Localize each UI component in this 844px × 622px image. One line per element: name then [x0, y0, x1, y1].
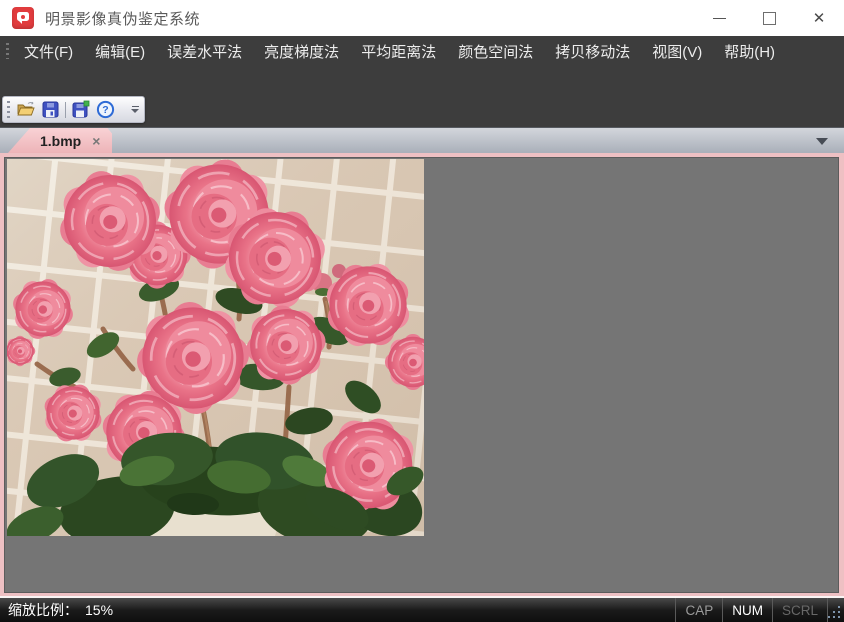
open-button[interactable] [13, 98, 38, 121]
svg-text:?: ? [102, 104, 108, 116]
indicator-cap: CAP [675, 598, 722, 622]
image-viewport[interactable] [4, 157, 839, 593]
maximize-button[interactable] [744, 0, 794, 36]
photo-canvas[interactable] [7, 159, 424, 536]
tool-bar: ? [2, 96, 145, 123]
close-button[interactable]: ✕ [794, 0, 844, 36]
menu-item-color-space[interactable]: 颜色空间法 [447, 37, 544, 66]
tab-1bmp[interactable]: 1.bmp × [8, 128, 112, 153]
minimize-icon [713, 18, 726, 19]
toolbar-separator [65, 102, 66, 118]
save-button[interactable] [38, 98, 63, 121]
save-icon [41, 100, 60, 119]
toolbar-overflow-button[interactable] [129, 104, 141, 115]
window-controls: ✕ [694, 0, 844, 36]
indicator-num: NUM [722, 598, 772, 622]
maximize-icon [763, 12, 776, 25]
menu-item-help[interactable]: 帮助(H) [713, 37, 786, 66]
tab-list-dropdown-icon[interactable] [816, 138, 828, 145]
zoom-label: 缩放比例： [8, 600, 78, 620]
help-button[interactable]: ? [93, 98, 118, 121]
indicator-scrl: SCRL [772, 598, 828, 622]
minimize-button[interactable] [694, 0, 744, 36]
menu-toolbar-zone: 文件(F) 编辑(E) 误差水平法 亮度梯度法 平均距离法 颜色空间法 拷贝移动… [0, 36, 844, 127]
toolbar-grip[interactable] [7, 101, 10, 118]
save-as-button[interactable] [68, 98, 93, 121]
menu-item-luminance-gradient[interactable]: 亮度梯度法 [253, 37, 350, 66]
app-logo-icon [12, 7, 34, 29]
document-frame [0, 153, 844, 598]
tab-close-icon[interactable]: × [92, 134, 100, 148]
menu-item-file[interactable]: 文件(F) [13, 37, 84, 66]
menu-bar: 文件(F) 编辑(E) 误差水平法 亮度梯度法 平均距离法 颜色空间法 拷贝移动… [0, 36, 844, 66]
close-icon: ✕ [813, 9, 826, 27]
save-as-icon [71, 100, 90, 119]
keyboard-indicators: CAP NUM SCRL [675, 598, 828, 622]
menu-item-view[interactable]: 视图(V) [641, 37, 713, 66]
help-icon: ? [96, 100, 115, 119]
zoom-status: 缩放比例： 15% [8, 600, 113, 620]
status-bar: 缩放比例： 15% CAP NUM SCRL [0, 598, 844, 622]
chevron-down-icon [131, 109, 139, 113]
overflow-bar [132, 106, 139, 107]
tab-label: 1.bmp [40, 133, 81, 149]
resize-grip[interactable] [838, 616, 840, 618]
window-title: 明景影像真伪鉴定系统 [45, 8, 200, 29]
speech-bubble-icon [17, 12, 29, 21]
menu-item-average-distance[interactable]: 平均距离法 [350, 37, 447, 66]
document-tab-bar: 1.bmp × [0, 127, 844, 153]
menu-item-edit[interactable]: 编辑(E) [84, 37, 156, 66]
menu-item-copy-move[interactable]: 拷贝移动法 [544, 37, 641, 66]
menu-item-error-level[interactable]: 误差水平法 [156, 37, 253, 66]
open-folder-icon [16, 101, 36, 118]
zoom-value: 15% [85, 602, 113, 618]
title-bar: 明景影像真伪鉴定系统 ✕ [0, 0, 844, 36]
menubar-grip[interactable] [6, 43, 9, 59]
